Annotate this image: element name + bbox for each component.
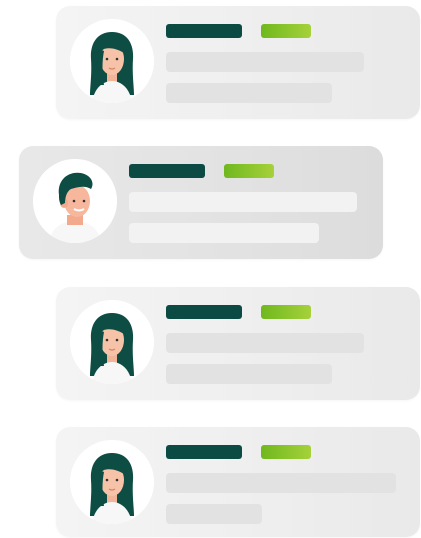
text-placeholder-line	[129, 192, 357, 212]
tag-placeholder-bar	[261, 24, 311, 38]
text-placeholder-line	[129, 223, 319, 243]
name-placeholder-bar	[166, 305, 242, 319]
woman-avatar-icon	[70, 300, 154, 384]
tag-placeholder-bar	[261, 305, 311, 319]
name-placeholder-bar	[166, 24, 242, 38]
woman-avatar-icon	[70, 440, 154, 524]
text-placeholder-line	[166, 504, 262, 524]
text-placeholder-line	[166, 364, 332, 384]
text-placeholder-line	[166, 52, 364, 72]
name-placeholder-bar	[129, 164, 205, 178]
woman-avatar-icon	[70, 19, 154, 103]
contact-card[interactable]	[56, 6, 420, 119]
contact-card[interactable]	[56, 427, 420, 537]
tag-placeholder-bar	[224, 164, 274, 178]
man-avatar-icon	[33, 159, 117, 243]
text-placeholder-line	[166, 473, 396, 493]
name-placeholder-bar	[166, 445, 242, 459]
tag-placeholder-bar	[261, 445, 311, 459]
text-placeholder-line	[166, 83, 332, 103]
text-placeholder-line	[166, 333, 364, 353]
contact-card[interactable]	[19, 146, 383, 259]
contact-card[interactable]	[56, 287, 420, 400]
